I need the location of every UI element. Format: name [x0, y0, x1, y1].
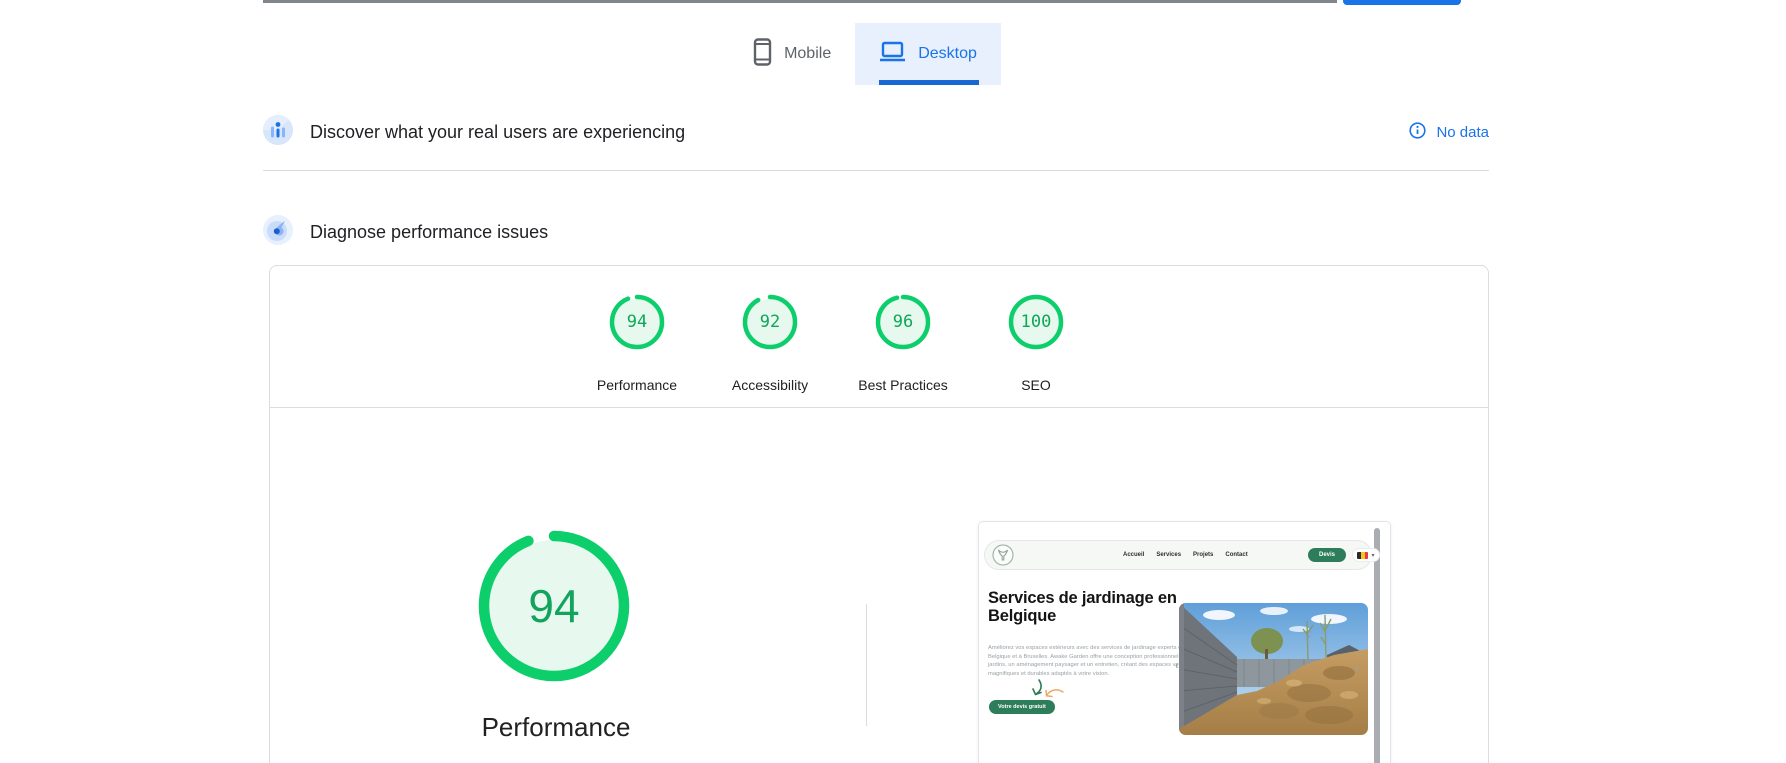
crux-users-icon — [263, 115, 293, 150]
diagnose-title: Diagnose performance issues — [310, 222, 548, 243]
gauge-seo-label: SEO — [1021, 377, 1051, 393]
preview-nav-link: Accueil — [1123, 552, 1144, 558]
desktop-laptop-icon — [879, 41, 906, 68]
preview-scrollbar — [1374, 528, 1380, 763]
performance-big-gauge: 94 — [478, 530, 630, 682]
mobile-phone-icon — [753, 38, 772, 71]
preview-language-selector: ▾ — [1352, 548, 1380, 562]
garden-photo — [1179, 603, 1368, 735]
preview-nav-link: Contact — [1225, 552, 1247, 558]
url-input-underline — [263, 0, 1337, 3]
tab-desktop-label: Desktop — [918, 45, 977, 63]
gauge-accessibility-score: 92 — [742, 294, 798, 350]
preview-nav-links: Accueil Services Projets Contact — [1123, 541, 1248, 569]
preview-hero-heading: Services de jardinage en Belgique — [988, 590, 1180, 626]
belgium-flag-icon — [1357, 552, 1368, 559]
gauge-performance[interactable]: 94 Performance — [577, 294, 697, 393]
preview-hero-paragraph: Améliorez vos espaces extérieurs avec de… — [988, 644, 1196, 679]
pagespeed-insights-screen: Mobile Desktop — [0, 0, 1786, 763]
diagnose-row: Diagnose performance issues — [263, 200, 1489, 264]
preview-nav-link: Services — [1156, 552, 1181, 558]
gauge-performance-score: 94 — [609, 294, 665, 350]
gauge-accessibility[interactable]: 92 Accessibility — [710, 294, 830, 393]
preview-navbar: Accueil Services Projets Contact Devis ▾ — [984, 540, 1372, 570]
no-data-status[interactable]: No data — [1409, 122, 1489, 144]
gauge-best-practices[interactable]: 96 Best Practices — [843, 294, 963, 393]
gauge-performance-label: Performance — [597, 377, 677, 393]
tab-desktop[interactable]: Desktop — [855, 23, 1001, 85]
lighthouse-report-card: 94 Performance 92 Accessibility — [269, 265, 1489, 763]
info-alert-icon[interactable] — [1409, 122, 1426, 144]
preview-devis-button: Devis — [1308, 548, 1346, 562]
vertical-divider — [866, 604, 867, 726]
carousel-prev-icon: ‹ — [1175, 660, 1179, 672]
tab-mobile[interactable]: Mobile — [729, 23, 855, 85]
field-data-row: Discover what your real users are experi… — [263, 95, 1489, 171]
caret-down-icon: ▾ — [1371, 552, 1374, 559]
lighthouse-gauge-icon — [263, 215, 293, 250]
preview-quote-button: Votre devis gratuit — [989, 700, 1055, 714]
device-tabs: Mobile Desktop — [0, 23, 1786, 85]
performance-big-label: Performance — [456, 712, 656, 743]
performance-big-score: 94 — [478, 530, 630, 682]
gauge-accessibility-label: Accessibility — [732, 377, 808, 393]
tab-mobile-label: Mobile — [784, 45, 831, 63]
analyze-button-edge[interactable] — [1343, 0, 1461, 5]
field-data-title: Discover what your real users are experi… — [310, 122, 685, 143]
card-divider — [270, 407, 1488, 408]
gauge-seo-score: 100 — [1008, 294, 1064, 350]
no-data-label[interactable]: No data — [1436, 124, 1489, 141]
gauge-best-practices-score: 96 — [875, 294, 931, 350]
gauge-best-practices-label: Best Practices — [858, 377, 947, 393]
site-screenshot-preview[interactable]: Accueil Services Projets Contact Devis ▾… — [978, 521, 1391, 763]
active-tab-underline — [879, 80, 979, 85]
category-gauge-strip: 94 Performance 92 Accessibility — [577, 294, 1096, 393]
preview-nav-link: Projets — [1193, 552, 1213, 558]
gauge-seo[interactable]: 100 SEO — [976, 294, 1096, 393]
carousel-next-icon: › — [1355, 663, 1359, 675]
preview-logo-icon — [992, 544, 1014, 566]
